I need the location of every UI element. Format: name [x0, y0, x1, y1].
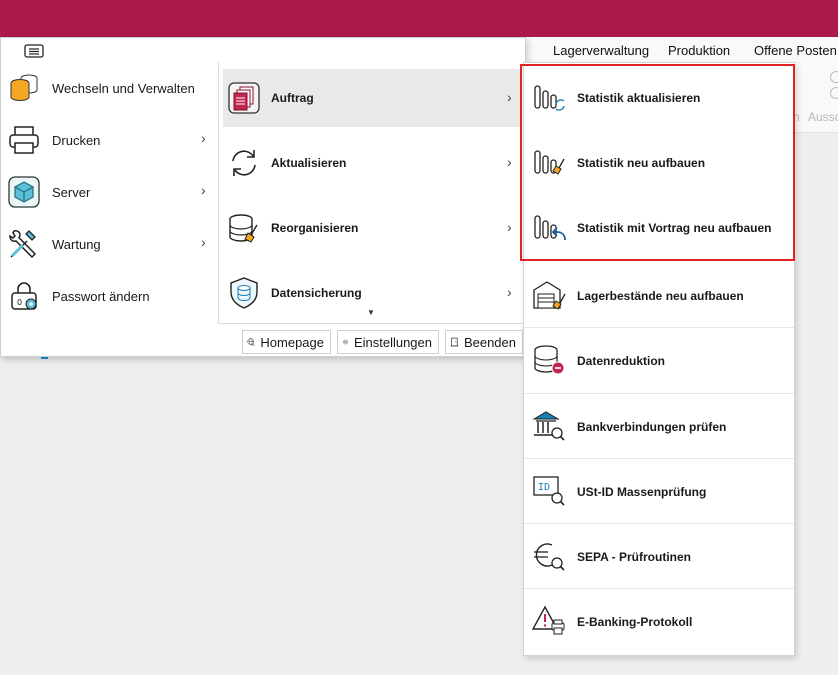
- menu-item-label: Statistik aktualisieren: [577, 91, 701, 105]
- radio-icon[interactable]: [830, 71, 838, 83]
- statistics-refresh-icon: [532, 80, 566, 114]
- menu-item-label: Aktualisieren: [271, 156, 347, 170]
- menu-item-label: Auftrag: [271, 91, 314, 105]
- quit-button[interactable]: Beenden: [445, 330, 523, 354]
- menu-item-statistik-mit-vortrag[interactable]: Statistik mit Vortrag neu aufbauen: [524, 193, 794, 258]
- door-exit-icon: [450, 337, 459, 347]
- statistics-carryover-icon: [532, 210, 566, 244]
- ribbon-label-partial: Aussc: [808, 110, 838, 124]
- menu-item-label: SEPA - Prüfroutinen: [577, 550, 691, 564]
- shield-database-icon: [227, 276, 261, 310]
- menu-item-label: Bankverbindungen prüfen: [577, 420, 727, 434]
- menu-item-label: Statistik neu aufbauen: [577, 156, 706, 170]
- padlock-gear-icon: 0: [7, 279, 41, 313]
- tab-produktion[interactable]: Produktion: [668, 43, 730, 58]
- tab-offene-posten[interactable]: Offene Posten: [754, 43, 837, 58]
- title-bar: [0, 0, 838, 37]
- menu-item-bankverbindungen-pruefen[interactable]: Bankverbindungen prüfen: [524, 392, 794, 457]
- chevron-right-icon: ›: [507, 154, 512, 170]
- id-search-icon: ID: [532, 474, 566, 508]
- scroll-down-icon[interactable]: ▼: [367, 308, 375, 317]
- menu-item-lagerbestaende-neu-aufbauen[interactable]: Lagerbestände neu aufbauen: [524, 261, 794, 326]
- printer-icon: [7, 123, 41, 157]
- menu-item-label: Wartung: [52, 237, 101, 252]
- chevron-right-icon: ›: [201, 234, 206, 250]
- menu-item-label: E-Banking-Protokoll: [577, 615, 693, 629]
- warehouse-broom-icon: [532, 278, 566, 312]
- menu-item-statistik-aktualisieren[interactable]: Statistik aktualisieren: [524, 63, 794, 128]
- menu-item-server[interactable]: Server ›: [1, 166, 218, 218]
- menu-item-label: USt-ID Massenprüfung: [577, 485, 707, 499]
- homepage-button[interactable]: SL Homepage: [242, 330, 331, 354]
- chevron-right-icon: ›: [507, 284, 512, 300]
- chevron-right-icon: ›: [507, 89, 512, 105]
- chevron-right-icon: ›: [507, 219, 512, 235]
- menu-item-auftrag[interactable]: Auftrag ›: [223, 69, 521, 127]
- menu-item-label: Lagerbestände neu aufbauen: [577, 289, 744, 303]
- documents-icon: [227, 81, 261, 115]
- svg-text:SL: SL: [251, 343, 255, 347]
- wrench-screwdriver-icon: [7, 227, 41, 261]
- refresh-icon: [227, 146, 261, 180]
- database-broom-icon: [227, 211, 261, 245]
- svg-text:0: 0: [17, 298, 22, 307]
- chevron-right-icon: ›: [201, 130, 206, 146]
- homepage-label: Homepage: [260, 334, 324, 350]
- settings-label: Einstellungen: [353, 334, 432, 350]
- menu-item-label: Passwort ändern: [52, 289, 150, 304]
- statistics-broom-icon: [532, 145, 566, 179]
- chevron-right-icon: ›: [201, 182, 206, 198]
- menu-item-reorganisieren[interactable]: Reorganisieren ›: [223, 199, 521, 257]
- gear-icon: [343, 339, 348, 345]
- globe-icon: SL: [247, 338, 255, 347]
- menu-item-label: Drucken: [52, 133, 101, 148]
- menu-item-label: Statistik mit Vortrag neu aufbauen: [577, 221, 772, 235]
- warning-printer-icon: [531, 604, 566, 638]
- menu-item-wartung[interactable]: Wartung ›: [1, 218, 218, 270]
- menu-item-label: Datenreduktion: [577, 354, 666, 368]
- menu-item-statistik-neu-aufbauen[interactable]: Statistik neu aufbauen: [524, 128, 794, 193]
- tab-lagerverwaltung[interactable]: Lagerverwaltung: [553, 43, 649, 58]
- menu-item-label: Datensicherung: [271, 286, 362, 300]
- menu-item-aktualisieren[interactable]: Aktualisieren ›: [223, 134, 521, 192]
- database-minus-icon: [532, 343, 566, 377]
- menu-item-label: Server: [52, 185, 91, 200]
- svg-text:ID: ID: [538, 482, 550, 493]
- quit-label: Beenden: [463, 334, 516, 350]
- menu-level-3: Statistik aktualisieren Statistik neu au…: [523, 62, 795, 656]
- settings-button[interactable]: Einstellungen: [337, 330, 439, 354]
- menu-collapse-icon[interactable]: [24, 44, 44, 58]
- euro-search-icon: [532, 539, 566, 573]
- menu-item-drucken[interactable]: Drucken ›: [1, 114, 218, 166]
- menu-level-2: Auftrag › Aktualisieren › Reorganisieren…: [218, 62, 524, 324]
- menu-item-label: Reorganisieren: [271, 221, 359, 235]
- bank-search-icon: [532, 409, 566, 443]
- database-switch-icon: [7, 71, 41, 105]
- menu-item-datenreduktion[interactable]: Datenreduktion: [524, 326, 794, 391]
- radio-icon[interactable]: [830, 87, 838, 99]
- menu-item-label: Wechseln und Verwalten: [52, 81, 195, 96]
- server-cube-icon: [7, 175, 41, 209]
- menu-item-wechseln-und-verwalten[interactable]: Wechseln und Verwalten: [1, 62, 218, 114]
- menu-item-e-banking-protokoll[interactable]: E-Banking-Protokoll: [524, 587, 794, 652]
- menu-item-sepa-pruefroutinen[interactable]: SEPA - Prüfroutinen: [524, 522, 794, 587]
- menu-item-passwort-aendern[interactable]: 0 Passwort ändern: [1, 270, 218, 322]
- menu-item-ust-id-massenpruefung[interactable]: ID USt-ID Massenprüfung: [524, 457, 794, 522]
